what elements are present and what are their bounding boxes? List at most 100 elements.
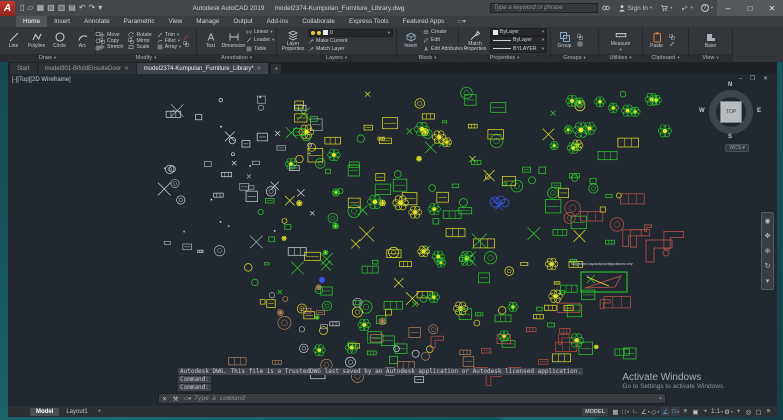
layer-select[interactable]: 0 ▾ <box>308 29 393 37</box>
match-layer-button[interactable]: Match Layer <box>308 46 393 52</box>
file-tab-start[interactable]: Start <box>10 63 37 74</box>
new-layout-button[interactable]: + <box>95 409 105 415</box>
panel-label-modify[interactable]: Modify▾ <box>96 54 196 62</box>
lineweight-icon[interactable]: ≡ <box>681 407 690 416</box>
dynamic-input-icon[interactable]: + <box>701 407 710 416</box>
file-tab-model2374-kumpulan-furniture-library[interactable]: model2374-Kumpulan_Furniture_Library*✕ <box>137 63 269 74</box>
ribbon-tab-insert[interactable]: Insert <box>47 16 77 27</box>
line-button[interactable]: Line <box>3 28 24 53</box>
minimize-button[interactable]: – <box>717 4 739 13</box>
viewcube-north[interactable]: N <box>728 82 732 88</box>
ribbon-tab-featured-apps[interactable]: Featured Apps <box>396 16 452 27</box>
ribbon-tab-manage[interactable]: Manage <box>189 16 226 27</box>
new-file-icon[interactable]: ▯ <box>20 4 24 12</box>
viewport-controls-label[interactable]: [-][Top][2D Wireframe] <box>12 77 71 83</box>
polar-tracking-icon[interactable]: ∠▾ <box>641 407 650 416</box>
base-button[interactable]: Base <box>700 28 721 53</box>
file-tab-model301-bifoldensuitedoor[interactable]: model301-BifoldEnsuiteDoor✕ <box>38 63 136 74</box>
panel-label-view[interactable]: View▾ <box>689 54 732 62</box>
file-tab-close-icon[interactable]: ✕ <box>257 66 262 72</box>
make-current-button[interactable]: Make Current <box>308 38 393 44</box>
erase-pencil-icon[interactable] <box>183 34 189 40</box>
table-button[interactable]: Table <box>246 46 274 52</box>
polyline-button[interactable]: Polyline <box>26 28 47 53</box>
orbit-icon[interactable]: ↻ <box>765 262 771 270</box>
nav-more-icon[interactable]: ▾ <box>766 277 770 285</box>
maximize-button[interactable]: □ <box>739 4 761 13</box>
viewcube-west[interactable]: W <box>699 108 705 114</box>
wcs-selector[interactable]: WCS ▾ <box>725 144 749 152</box>
arc-button[interactable]: Arc <box>72 28 93 53</box>
match-properties-button[interactable]: Match Properties <box>462 28 488 53</box>
linetype-select[interactable]: BYLAYER▾ <box>490 45 547 53</box>
redo-icon[interactable]: ↷ <box>89 4 96 12</box>
group-edit-icon[interactable] <box>577 41 583 47</box>
isodraft-icon[interactable]: ◇▾ <box>651 407 660 416</box>
insert-button[interactable]: Insert <box>400 28 421 53</box>
navigation-wheel-icon[interactable]: ◉ <box>764 217 770 225</box>
dimension-button[interactable]: Dimension <box>223 28 244 53</box>
panel-label-groups[interactable]: Groups▾ <box>551 54 598 62</box>
panel-label-draw[interactable]: Draw▾ <box>0 54 95 62</box>
panel-label-annotation[interactable]: Annotation▾ <box>197 54 276 62</box>
command-recent-icon[interactable]: ▪ <box>656 396 665 402</box>
panel-label-block[interactable]: Block▾ <box>397 54 458 62</box>
stretch-button[interactable]: Stretch <box>99 44 123 50</box>
object-snap-icon[interactable]: □▾ <box>671 407 680 416</box>
search-input[interactable]: Type a keyword or phrase <box>490 3 598 13</box>
qat-dropdown-icon[interactable]: ▾ <box>98 4 102 12</box>
app-store-button[interactable]: ▾ <box>656 4 676 12</box>
ribbon-tab-collaborate[interactable]: Collaborate <box>295 16 342 27</box>
navigation-bar[interactable]: ◉ ✥ ⊕ ↻ ▾ <box>761 212 774 290</box>
grid-display-icon[interactable]: ▦ <box>611 407 620 416</box>
autocad-logo-icon[interactable]: A <box>0 1 15 16</box>
command-customize-icon[interactable]: ⚒ <box>170 395 181 403</box>
open-file-icon[interactable]: ▱ <box>27 4 33 12</box>
object-snap-tracking-icon[interactable]: ∠ <box>661 407 670 416</box>
measure-button[interactable]: Measure▾ <box>610 28 631 53</box>
zoom-icon[interactable]: ⊕ <box>765 247 771 255</box>
model-space-button[interactable]: MODEL <box>582 408 608 416</box>
viewcube-east[interactable]: E <box>757 108 761 114</box>
panel-label-utilities[interactable]: Utilities▾ <box>599 54 642 62</box>
undo-icon[interactable]: ↶ <box>79 4 86 12</box>
command-close-icon[interactable]: ✕ <box>159 395 170 403</box>
command-line[interactable]: ✕ ⚒ ▭▾ Type a command ▪ <box>158 393 666 404</box>
isolate-objects-icon[interactable]: ◎ <box>744 407 753 416</box>
ungroup-icon[interactable] <box>577 34 583 40</box>
group-button[interactable]: Group <box>554 28 575 53</box>
text-button[interactable]: Text <box>200 28 221 53</box>
layer-properties-button[interactable]: Layer Properties <box>280 28 306 53</box>
drawing-window-controls[interactable]: – ❐ ✕ <box>739 75 771 82</box>
customization-menu-icon[interactable]: ≡ <box>764 407 773 416</box>
save-as-icon[interactable]: ▧ <box>47 4 55 12</box>
ribbon-display-toggle-icon[interactable]: ▭▾ <box>457 18 466 25</box>
snap-mode-icon[interactable]: ∷▾ <box>621 407 630 416</box>
cut-clip-icon[interactable] <box>669 41 675 47</box>
ribbon-tab-express-tools[interactable]: Express Tools <box>342 16 396 27</box>
viewcube-top-face[interactable]: TOP <box>720 101 742 123</box>
pan-icon[interactable]: ✥ <box>765 232 771 240</box>
file-tab-close-icon[interactable]: ✕ <box>124 66 129 72</box>
ribbon-tab-parametric[interactable]: Parametric <box>117 16 162 27</box>
array-button[interactable]: Array▾ <box>157 44 182 50</box>
explode-tool-icon[interactable] <box>183 41 189 47</box>
close-button[interactable]: ✕ <box>761 4 783 13</box>
layout1-tab[interactable]: Layout1 <box>60 408 93 416</box>
panel-label-clipboard[interactable]: Clipboard▾ <box>643 54 688 62</box>
model-tab[interactable]: Model <box>30 408 59 416</box>
scale-button[interactable]: Scale <box>128 44 151 50</box>
panel-label-layers[interactable]: Layers▾ <box>277 54 396 62</box>
linear-button[interactable]: Linear▾ <box>246 29 274 35</box>
ribbon-tab-output[interactable]: Output <box>226 16 259 27</box>
transparency-icon[interactable]: ▣ <box>691 407 700 416</box>
sign-in-button[interactable]: Sign In ▾ <box>614 4 657 12</box>
annotation-visibility-icon[interactable]: + <box>734 407 743 416</box>
print-icon[interactable]: ▤ <box>68 4 76 12</box>
object-color-select[interactable]: ByLayer▾ <box>490 28 547 36</box>
paste-button[interactable]: Paste <box>646 28 667 53</box>
ribbon-tab-add-ins[interactable]: Add-ins <box>260 16 296 27</box>
lineweight-select[interactable]: ByLayer▾ <box>490 36 547 44</box>
stay-connected-button[interactable]: ▾ <box>676 4 696 12</box>
search-button[interactable] <box>598 4 614 12</box>
